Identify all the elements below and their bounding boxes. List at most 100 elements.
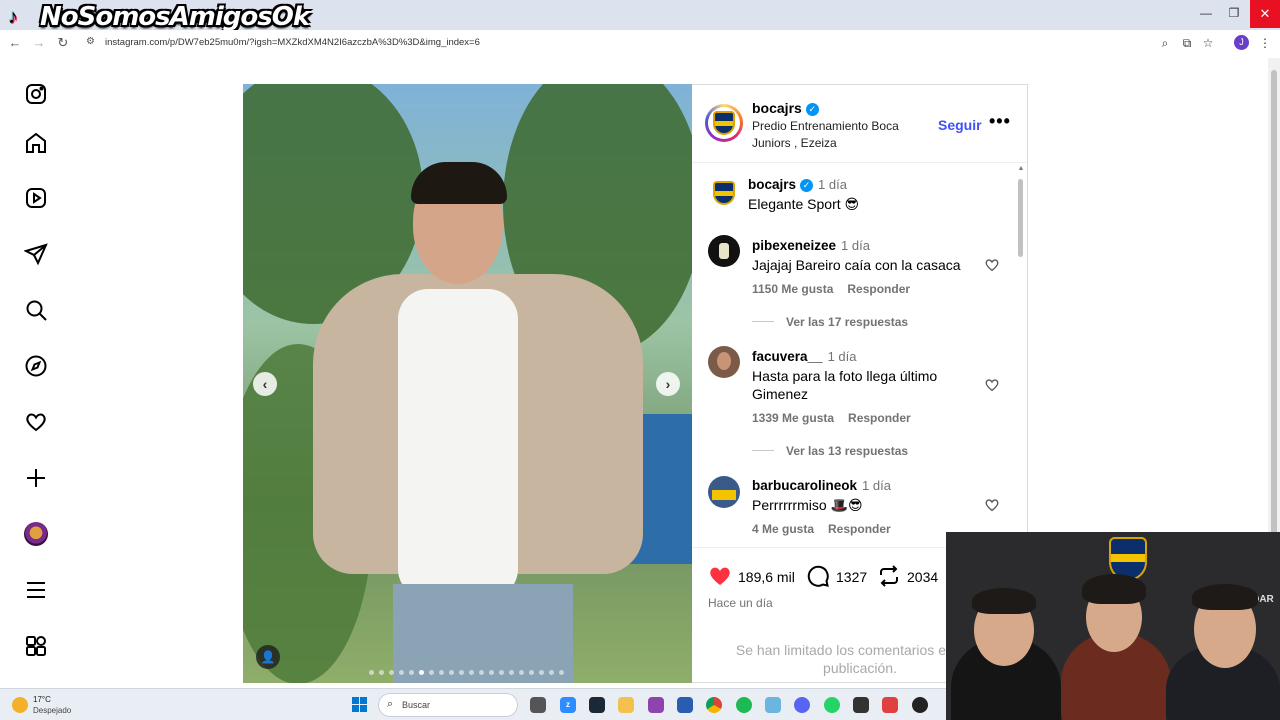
discord-icon[interactable] (794, 697, 810, 713)
file-explorer-icon[interactable] (618, 697, 634, 713)
install-app-icon[interactable]: ⧉ (1179, 35, 1195, 51)
messages-icon[interactable] (23, 242, 48, 266)
carousel-dot (469, 670, 474, 675)
restore-icon[interactable]: ❐ (1224, 6, 1244, 22)
tiktok-icon: ♪ (8, 6, 18, 28)
carousel-dot (379, 670, 384, 675)
reply-button[interactable]: Responder (848, 411, 911, 425)
view-replies-button[interactable]: Ver las 17 respuestas (752, 315, 908, 329)
photos-icon[interactable] (765, 697, 781, 713)
user-tag-icon[interactable]: 👤 (256, 645, 280, 669)
zoom-app-icon[interactable]: z (560, 697, 576, 713)
comment-likes[interactable]: 4 Me gusta (752, 522, 814, 536)
bookmark-star-icon[interactable]: ☆ (1200, 35, 1216, 51)
store-icon[interactable] (677, 697, 693, 713)
comment-time: 1 día (862, 478, 891, 493)
caption-username[interactable]: bocajrs ✓ 1 día (748, 177, 847, 192)
spotify-icon[interactable] (736, 697, 752, 713)
carousel-next-button[interactable]: › (656, 372, 680, 396)
comment-avatar[interactable] (708, 476, 740, 508)
weather-temp[interactable]: 17°C (33, 695, 51, 704)
post-image[interactable]: ‹ › 👤 (243, 84, 692, 683)
weather-icon[interactable] (12, 697, 28, 713)
like-heart-icon[interactable] (708, 564, 732, 588)
repost-icon[interactable] (877, 564, 901, 588)
author-username[interactable]: bocajrs ✓ (752, 100, 819, 116)
create-icon[interactable] (24, 466, 48, 490)
steam-icon[interactable] (589, 697, 605, 713)
notifications-heart-icon[interactable] (24, 410, 48, 434)
verified-badge-icon: ✓ (800, 179, 814, 192)
also-from-meta-icon[interactable] (24, 634, 48, 658)
comments-list[interactable]: bocajrs ✓ 1 día Elegante Sport 😎 pibexenei… (692, 165, 1027, 545)
post-header: bocajrs ✓ Predio Entrenamiento Boca Junio… (692, 85, 1027, 163)
browser-menu-icon[interactable]: ⋮ (1257, 35, 1273, 51)
comment-like-heart-icon[interactable] (984, 497, 1000, 513)
reply-button[interactable]: Responder (847, 282, 910, 296)
profile-avatar[interactable] (24, 522, 48, 546)
comment-username[interactable]: facuvera__ 1 día (752, 349, 856, 364)
browser-profile-avatar[interactable]: J (1234, 35, 1249, 50)
zoom-icon[interactable]: ⌕ (1157, 35, 1173, 51)
carousel-dot (539, 670, 544, 675)
taskbar-search[interactable]: ⌕ Buscar (378, 693, 518, 717)
comments-scrollbar[interactable] (1018, 179, 1023, 257)
carousel-dot (439, 670, 444, 675)
app-icon[interactable] (882, 697, 898, 713)
url-input[interactable]: instagram.com/p/DW7eb25mu0m/?igsh=MXZkdX… (105, 37, 480, 48)
carousel-prev-button[interactable]: ‹ (253, 372, 277, 396)
comment-avatar[interactable] (708, 235, 740, 267)
boca-crest-icon (713, 181, 735, 205)
reels-icon[interactable] (24, 186, 48, 210)
search-icon[interactable] (24, 298, 48, 322)
explore-icon[interactable] (24, 354, 48, 378)
caption-avatar[interactable] (708, 177, 740, 209)
weather-desc[interactable]: Despejado (33, 706, 71, 715)
comment-likes[interactable]: 1339 Me gusta (752, 411, 834, 425)
start-button[interactable] (352, 697, 368, 713)
search-icon: ⌕ (387, 698, 394, 710)
app-icon[interactable] (912, 697, 928, 713)
comment-like-heart-icon[interactable] (984, 257, 1000, 273)
minimize-icon[interactable]: — (1196, 6, 1216, 22)
site-info-icon[interactable]: ⚙ (86, 36, 98, 48)
chrome-icon[interactable] (706, 697, 722, 713)
comment-username[interactable]: barbucarolineok 1 día (752, 478, 891, 493)
forward-icon[interactable]: → (30, 34, 48, 52)
scroll-up-icon[interactable]: ▲ (1017, 165, 1025, 173)
back-icon[interactable]: ← (6, 34, 24, 52)
comment-avatar[interactable] (708, 346, 740, 378)
post-location[interactable]: Predio Entrenamiento Boca Juniors , Ezei… (752, 118, 940, 152)
posted-time[interactable]: Hace un día (708, 596, 773, 610)
instagram-icon[interactable] (24, 82, 48, 106)
task-view-icon[interactable] (530, 697, 546, 713)
webcam-person-hair (972, 588, 1036, 614)
comment-username[interactable]: pibexeneizee 1 día (752, 238, 870, 253)
comment-text: Jajajaj Bareiro caía con la casaca (752, 257, 961, 273)
caption-text: Elegante Sport 😎 (748, 196, 860, 212)
home-icon[interactable] (24, 131, 48, 155)
repost-count[interactable]: 2034 (907, 569, 938, 585)
follow-button[interactable]: Seguir (938, 117, 982, 133)
comment-icon[interactable] (806, 564, 830, 588)
person-hair (411, 162, 507, 204)
more-options-icon[interactable]: ••• (989, 111, 1011, 132)
whatsapp-icon[interactable] (824, 697, 840, 713)
carousel-dot (459, 670, 464, 675)
channel-overlay-title: NoSomosAmigosOk (40, 2, 310, 32)
view-replies-button[interactable]: Ver las 13 respuestas (752, 444, 908, 458)
obs-icon[interactable] (853, 697, 869, 713)
reload-icon[interactable]: ↻ (54, 34, 72, 52)
comment-time: 1 día (827, 349, 857, 364)
close-window-button[interactable]: ✕ (1250, 0, 1280, 28)
copilot-icon[interactable] (648, 697, 664, 713)
carousel-dot (479, 670, 484, 675)
comment-likes[interactable]: 1150 Me gusta (752, 282, 833, 296)
like-count[interactable]: 189,6 mil (738, 569, 795, 585)
more-menu-icon[interactable] (24, 578, 48, 602)
carousel-dot (529, 670, 534, 675)
comment-like-heart-icon[interactable] (984, 377, 1000, 393)
comment-count[interactable]: 1327 (836, 569, 867, 585)
author-avatar[interactable] (705, 104, 743, 142)
reply-button[interactable]: Responder (828, 522, 891, 536)
